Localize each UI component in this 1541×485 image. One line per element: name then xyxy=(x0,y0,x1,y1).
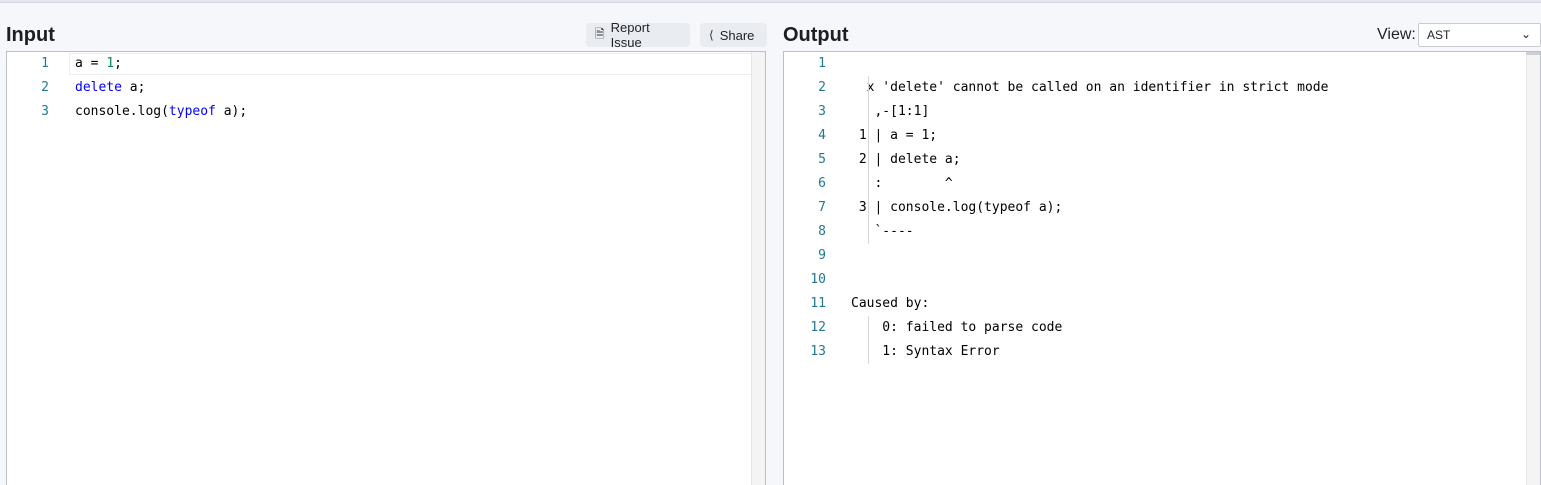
code-line[interactable]: a = 1; xyxy=(75,52,122,76)
output-line: `---- xyxy=(851,224,914,239)
indent-guide xyxy=(868,316,869,364)
share-label: Share xyxy=(719,27,755,43)
line-number: 2 xyxy=(41,80,49,95)
input-title: Input xyxy=(6,23,55,46)
line-number: 3 xyxy=(818,104,826,119)
code-line[interactable]: delete a; xyxy=(75,76,145,100)
code-token-number: 1 xyxy=(106,56,115,71)
view-label: View: xyxy=(1377,26,1416,43)
line-number: 8 xyxy=(818,224,826,239)
output-scrollbar-thumb[interactable] xyxy=(1526,52,1540,55)
chevron-down-icon: ⌄ xyxy=(1520,27,1531,41)
line-number: 7 xyxy=(818,200,826,215)
output-line: 3 | console.log(typeof a); xyxy=(851,200,1063,215)
indent-guide xyxy=(868,76,869,244)
view-select[interactable]: AST ⌄ xyxy=(1418,23,1541,47)
output-line: 1 | a = 1; xyxy=(851,128,938,143)
output-line: 1: Syntax Error xyxy=(851,344,1000,359)
line-number: 5 xyxy=(818,152,826,167)
code-token: ; xyxy=(114,56,122,71)
output-line: ,-[1:1] xyxy=(851,104,930,119)
current-line-highlight xyxy=(69,53,759,75)
output-line: Caused by: xyxy=(851,296,930,311)
code-token-keyword: delete xyxy=(75,80,122,95)
report-issue-button[interactable]: 🗎 Report Issue xyxy=(586,20,690,50)
line-number: 12 xyxy=(810,320,826,335)
output-line: 0: failed to parse code xyxy=(851,320,1063,335)
line-number: 11 xyxy=(810,296,826,311)
output-title: Output xyxy=(783,23,849,46)
code-token: a); xyxy=(215,104,248,119)
output-editor[interactable]: 1 2 3 4 5 6 7 8 9 10 11 12 13 x 'delete' cannot be c… xyxy=(783,51,1541,485)
line-number: 2 xyxy=(818,80,826,95)
line-number: 1 xyxy=(41,56,49,71)
output-line: x 'delete' cannot be called on an identi… xyxy=(851,80,1329,95)
output-scrollbar[interactable] xyxy=(1526,52,1540,485)
code-line[interactable]: console.log(typeof a); xyxy=(75,100,247,124)
share-icon: ⟨ xyxy=(709,28,714,42)
line-number: 13 xyxy=(810,344,826,359)
code-token-keyword: typeof xyxy=(168,104,216,119)
code-token: a = xyxy=(75,56,107,71)
document-icon: 🗎 xyxy=(595,26,605,41)
share-button[interactable]: ⟨ Share xyxy=(700,23,767,47)
input-editor[interactable]: 1 2 3 a = 1; delete a; console.log(typeo… xyxy=(6,51,766,485)
output-line: : ^ xyxy=(851,176,953,191)
report-issue-label: Report Issue xyxy=(610,20,650,50)
line-number: 4 xyxy=(818,128,826,143)
line-number: 9 xyxy=(818,248,826,263)
code-token: a; xyxy=(121,80,146,95)
line-number: 3 xyxy=(41,104,49,119)
code-token: console.log( xyxy=(75,104,169,119)
line-number: 10 xyxy=(810,272,826,287)
view-selected-value: AST xyxy=(1427,28,1451,42)
line-number: 1 xyxy=(818,56,826,71)
top-border xyxy=(0,0,1541,3)
line-number: 6 xyxy=(818,176,826,191)
input-scrollbar[interactable] xyxy=(751,52,765,485)
